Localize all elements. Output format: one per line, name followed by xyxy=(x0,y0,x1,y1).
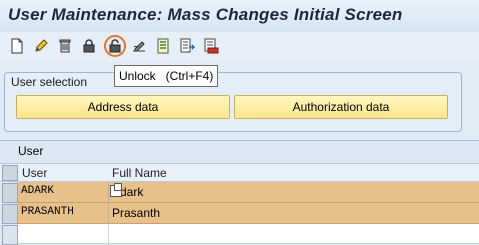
print-preview-icon[interactable] xyxy=(202,37,220,55)
group-title: User selection xyxy=(11,75,88,89)
tooltip-unlock: Unlock (Ctrl+F4) xyxy=(114,65,219,87)
delete-trash-icon[interactable] xyxy=(56,37,74,55)
table-title: User xyxy=(18,144,44,158)
page-title: User Maintenance: Mass Changes Initial S… xyxy=(8,5,403,24)
user-selection-group: User selection Address data Authorizatio… xyxy=(4,72,462,132)
row-selector[interactable] xyxy=(2,204,18,224)
highlight-ring xyxy=(104,35,126,57)
table-row[interactable]: PRASANTH Prasanth xyxy=(18,203,479,224)
title-bar: User Maintenance: Mass Changes Initial S… xyxy=(0,0,479,32)
user-table: User User Full Name ADARK Adark PRASANTH… xyxy=(0,140,479,245)
new-document-icon[interactable] xyxy=(8,37,26,55)
edit-pencil-icon[interactable] xyxy=(32,37,50,55)
row-selector[interactable] xyxy=(2,183,18,203)
table-row[interactable]: ADARK Adark xyxy=(18,182,479,203)
column-header-user[interactable]: User xyxy=(22,166,47,180)
lock-icon[interactable] xyxy=(80,37,98,55)
table-row[interactable] xyxy=(18,224,479,244)
copy-icon xyxy=(110,183,122,197)
document-export-icon[interactable] xyxy=(178,37,196,55)
select-all-handle[interactable] xyxy=(2,165,18,181)
address-data-button[interactable]: Address data xyxy=(16,95,230,119)
table-header: User Full Name xyxy=(0,163,479,182)
cell-user[interactable]: PRASANTH xyxy=(21,206,74,218)
row-selector[interactable] xyxy=(2,225,18,245)
document-list-icon[interactable] xyxy=(154,37,172,55)
edit-signature-icon[interactable] xyxy=(130,37,148,55)
cell-user[interactable]: ADARK xyxy=(21,185,54,197)
application-toolbar xyxy=(0,32,479,62)
column-header-full-name[interactable]: Full Name xyxy=(112,166,167,180)
authorization-data-button[interactable]: Authorization data xyxy=(234,95,448,119)
cell-full-name[interactable]: Prasanth xyxy=(112,206,160,220)
